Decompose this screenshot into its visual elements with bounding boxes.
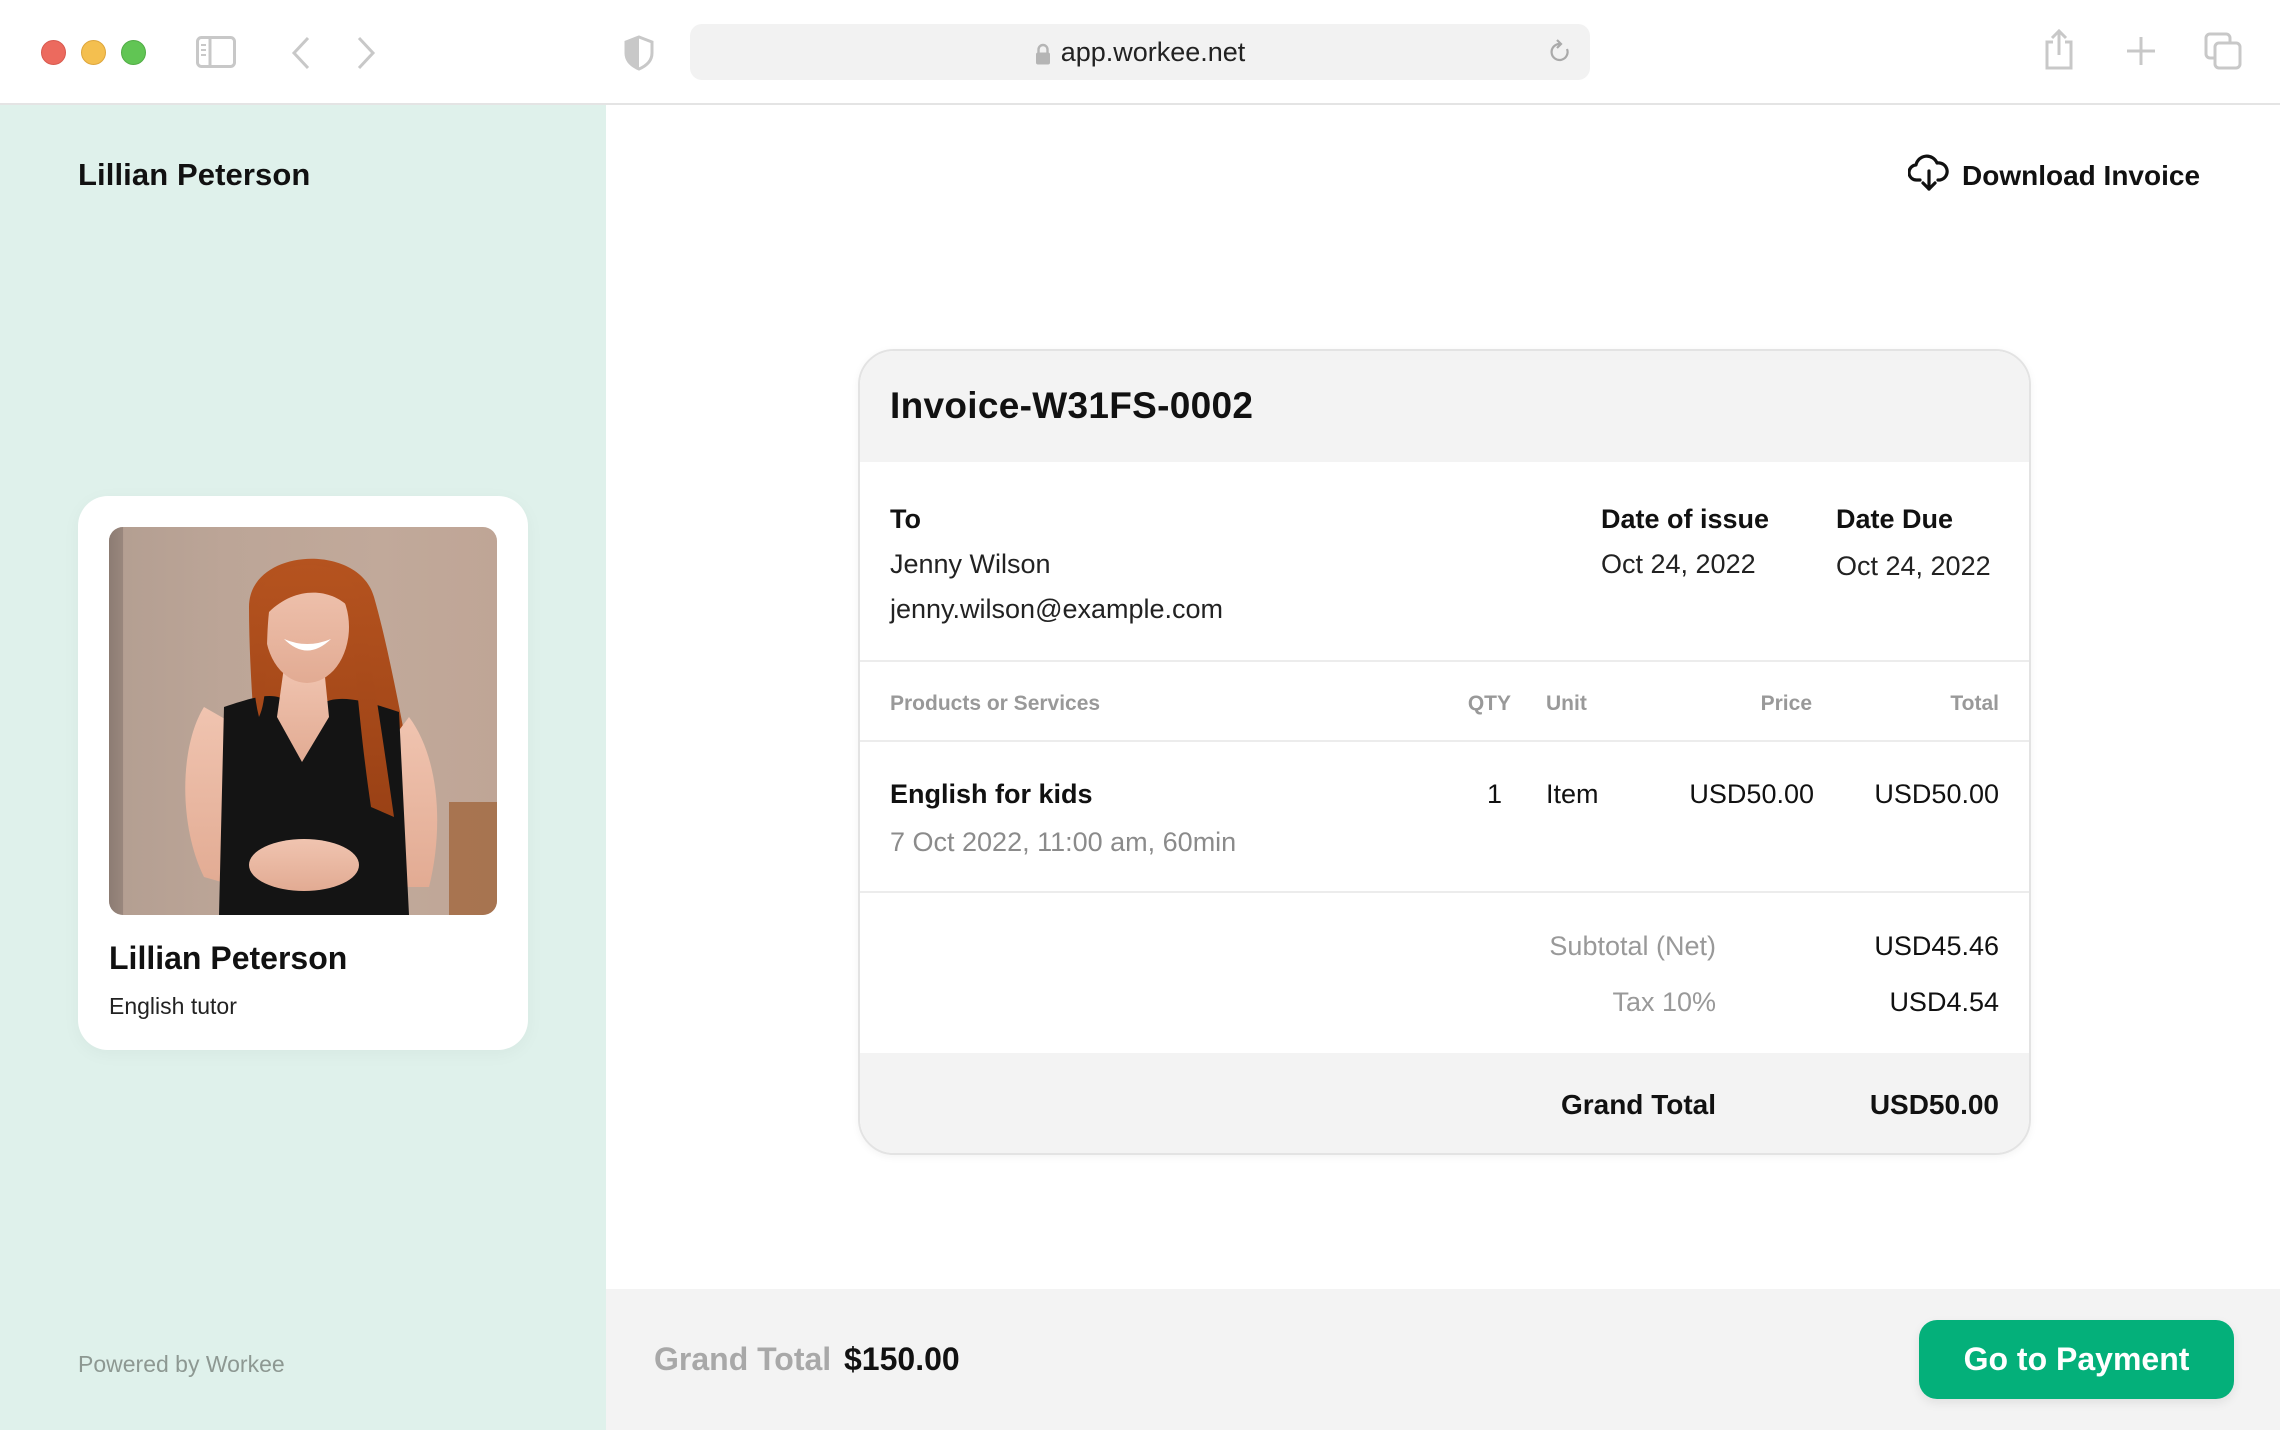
column-header-qty: QTY <box>1467 692 1511 715</box>
invoice-card: Invoice-W31FS-0002 To Jenny Wilson jenny… <box>858 349 2031 1155</box>
invoice-number: Invoice-W31FS-0002 <box>890 385 1254 426</box>
column-header-price: Price <box>1760 692 1812 715</box>
tutor-photo <box>109 527 497 915</box>
browser-toolbar: app.workee.net <box>0 0 2280 105</box>
sidebar-tutor-name: Lillian Peterson <box>78 157 311 192</box>
invoice-header: Invoice-W31FS-0002 <box>860 351 2029 462</box>
minimize-window-button[interactable] <box>81 40 106 65</box>
footer-grand-total-label: Grand Total <box>654 1341 832 1377</box>
invoice-meta: To Jenny Wilson jenny.wilson@example.com… <box>860 462 2029 662</box>
item-total: USD50.00 <box>1874 779 1999 809</box>
item-qty: 1 <box>1486 779 1502 809</box>
address-bar[interactable]: app.workee.net <box>690 24 1590 80</box>
sidebar-toggle-icon[interactable] <box>196 36 236 68</box>
tabs-overview-icon[interactable] <box>2204 32 2242 70</box>
invoice-grand-total: Grand Total USD50.00 <box>860 1053 2029 1153</box>
download-invoice-button[interactable]: Download Invoice <box>1907 152 2201 199</box>
issue-date: Oct 24, 2022 <box>1601 549 1756 579</box>
item-unit: Item <box>1546 779 1599 809</box>
maximize-window-button[interactable] <box>121 40 146 65</box>
table-row: English for kids 7 Oct 2022, 11:00 am, 6… <box>860 742 2029 893</box>
recipient-name: Jenny Wilson <box>890 549 1051 579</box>
forward-icon[interactable] <box>355 36 377 70</box>
invoice-summary: Subtotal (Net) USD45.46 Tax 10% USD4.54 <box>860 893 2029 1053</box>
column-header-unit: Unit <box>1546 692 1587 715</box>
powered-by-text[interactable]: Powered by Workee <box>78 1351 285 1378</box>
items-table-header: Products or Services QTY Unit Price Tota… <box>860 662 2029 742</box>
item-detail: 7 Oct 2022, 11:00 am, 60min <box>890 827 1237 857</box>
tax-label: Tax 10% <box>1612 987 1716 1017</box>
footer-grand-total-value: $150.00 <box>844 1341 960 1377</box>
column-header-products: Products or Services <box>890 692 1101 715</box>
url-text: app.workee.net <box>1060 36 1246 67</box>
download-invoice-label: Download Invoice <box>1962 159 2201 191</box>
grand-total-value: USD50.00 <box>1869 1089 1999 1120</box>
grand-total-label: Grand Total <box>1560 1089 1716 1120</box>
go-to-payment-button[interactable]: Go to Payment <box>1919 1320 2234 1399</box>
tutor-profile-card: Lillian Peterson English tutor <box>78 496 528 1050</box>
profile-name: Lillian Peterson <box>109 940 348 976</box>
lock-icon <box>1035 41 1051 65</box>
subtotal-value: USD45.46 <box>1874 931 1999 961</box>
share-icon[interactable] <box>2042 28 2076 70</box>
new-tab-icon[interactable] <box>2125 35 2157 67</box>
item-price: USD50.00 <box>1689 779 1814 809</box>
column-header-total: Total <box>1950 692 1999 715</box>
subtotal-label: Subtotal (Net) <box>1549 931 1716 961</box>
close-window-button[interactable] <box>41 40 66 65</box>
due-date-label: Date Due <box>1836 504 1954 534</box>
shield-icon[interactable] <box>624 35 654 71</box>
item-name: English for kids <box>890 779 1093 809</box>
due-date: Oct 24, 2022 <box>1836 551 1991 581</box>
to-label: To <box>890 504 921 534</box>
sidebar: Lillian Peterson Lillian Peterson Englis… <box>0 105 606 1430</box>
back-icon[interactable] <box>290 36 312 70</box>
cloud-download-icon <box>1907 152 1950 199</box>
payment-footer: Grand Total $150.00 Go to Payment <box>606 1289 2280 1430</box>
profile-role: English tutor <box>109 993 237 1019</box>
issue-date-label: Date of issue <box>1601 504 1770 534</box>
tax-value: USD4.54 <box>1889 987 1999 1017</box>
reload-icon[interactable] <box>1548 38 1572 71</box>
recipient-email[interactable]: jenny.wilson@example.com <box>890 594 1223 625</box>
